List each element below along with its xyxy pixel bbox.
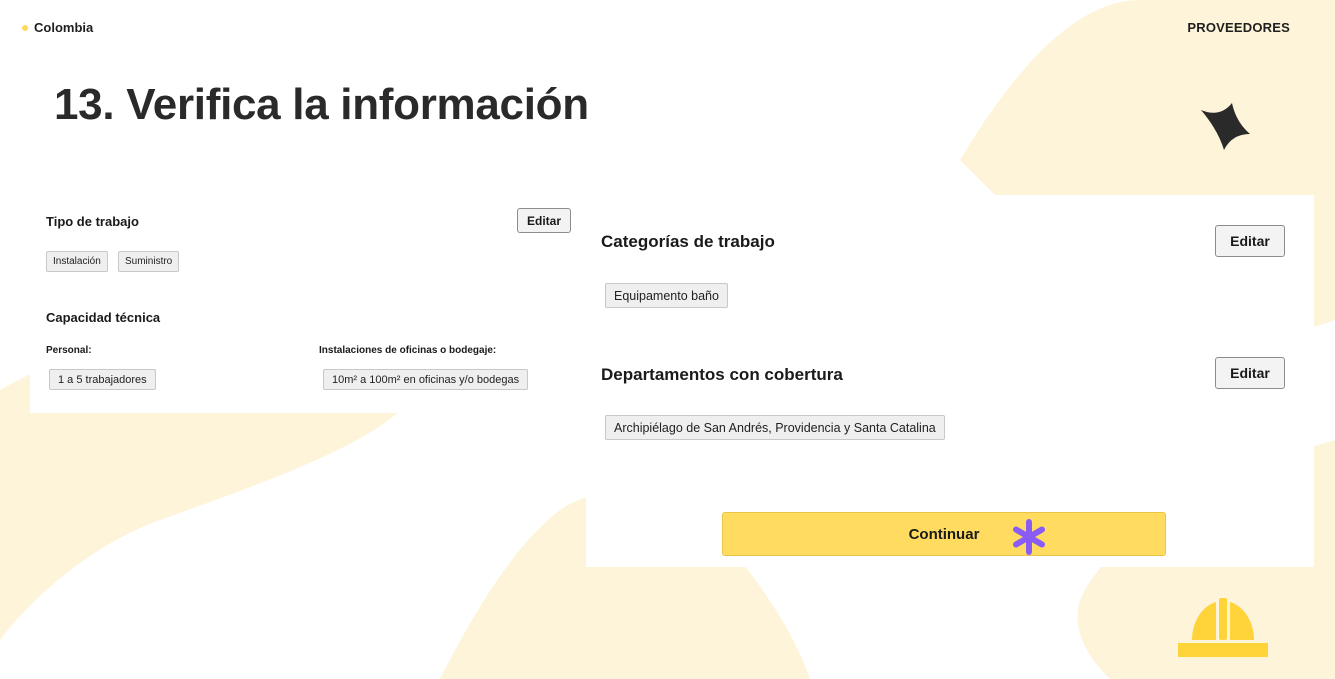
asterisk-icon bbox=[1013, 519, 1045, 555]
chip-categoria: Equipamento baño bbox=[605, 283, 728, 308]
continue-button[interactable]: Continuar bbox=[722, 512, 1166, 556]
chip-tipo-trabajo-instalacion: Instalación bbox=[46, 251, 108, 272]
personal-label: Personal: bbox=[46, 345, 92, 356]
instalaciones-label: Instalaciones de oficinas o bodegaje: bbox=[319, 345, 497, 356]
hard-hat-icon bbox=[1178, 598, 1268, 657]
capacidad-tecnica-heading: Capacidad técnica bbox=[46, 310, 161, 325]
chip-departamento: Archipiélago de San Andrés, Providencia … bbox=[605, 415, 945, 440]
country-indicator: Colombia bbox=[22, 20, 93, 35]
edit-departamentos-button[interactable]: Editar bbox=[1215, 357, 1285, 389]
bullet-dot-icon bbox=[22, 24, 28, 31]
edit-categorias-button[interactable]: Editar bbox=[1215, 225, 1285, 257]
top-bar: Colombia PROVEEDORES bbox=[22, 20, 1290, 38]
section-label: PROVEEDORES bbox=[1187, 20, 1290, 35]
chip-instalaciones-value: 10m² a 100m² en oficinas y/o bodegas bbox=[323, 369, 529, 390]
page-title: 13. Verifica la información bbox=[54, 80, 589, 129]
four-point-star-icon bbox=[1201, 103, 1250, 150]
tipo-trabajo-heading: Tipo de trabajo bbox=[46, 214, 139, 229]
country-label: Colombia bbox=[34, 20, 94, 35]
chip-tipo-trabajo-suministro: Suministro bbox=[118, 251, 180, 272]
chip-personal-value: 1 a 5 trabajadores bbox=[49, 369, 156, 390]
categorias-heading: Categorías de trabajo bbox=[601, 232, 775, 251]
summary-card-left: Tipo de trabajo Editar Instalación Sumin… bbox=[30, 195, 586, 413]
edit-tipo-trabajo-button[interactable]: Editar bbox=[517, 208, 571, 233]
summary-card-right: Categorías de trabajo Editar Equipamento… bbox=[586, 195, 1314, 567]
departamentos-heading: Departamentos con cobertura bbox=[601, 365, 843, 384]
